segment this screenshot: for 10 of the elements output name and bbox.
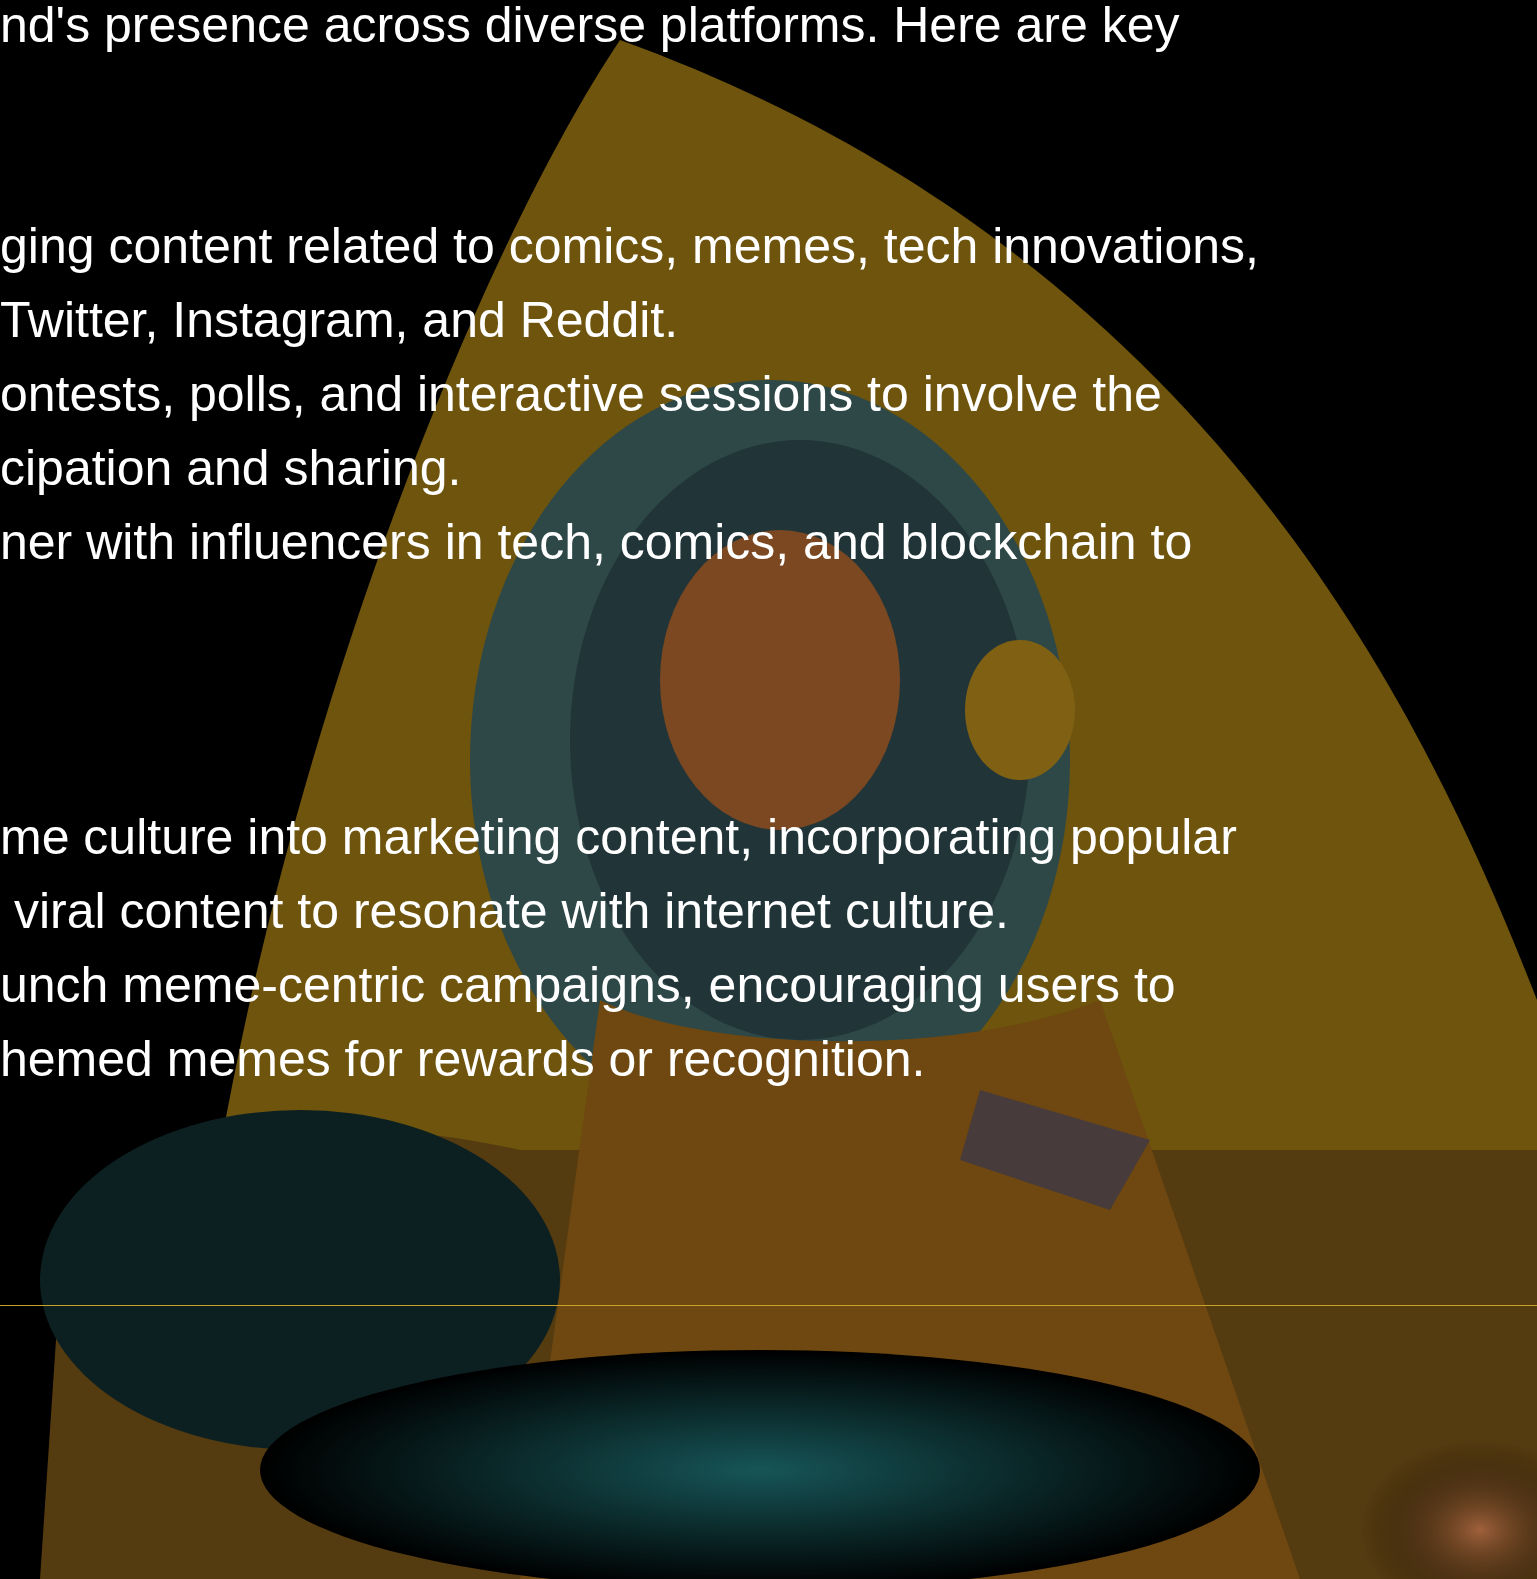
body-text: unch meme-centric campaigns, encouraging users to: [0, 956, 1176, 1015]
body-text: ontests, polls, and interactive sessions to involve the: [0, 365, 1162, 424]
body-text: cipation and sharing.: [0, 439, 462, 498]
body-text: ging content related to comics, memes, tech innovations,: [0, 217, 1259, 276]
body-text: Twitter, Instagram, and Reddit.: [0, 291, 679, 350]
body-text: ner with influencers in tech, comics, and blockchain to: [0, 513, 1193, 572]
body-text: nd's presence across diverse platforms. Here are key: [0, 0, 1180, 55]
body-text: hemed memes for rewards or recognition.: [0, 1030, 926, 1089]
body-text: viral content to resonate with internet culture.: [12, 882, 1009, 941]
body-text: me culture into marketing content, incorporating popular: [0, 808, 1237, 867]
